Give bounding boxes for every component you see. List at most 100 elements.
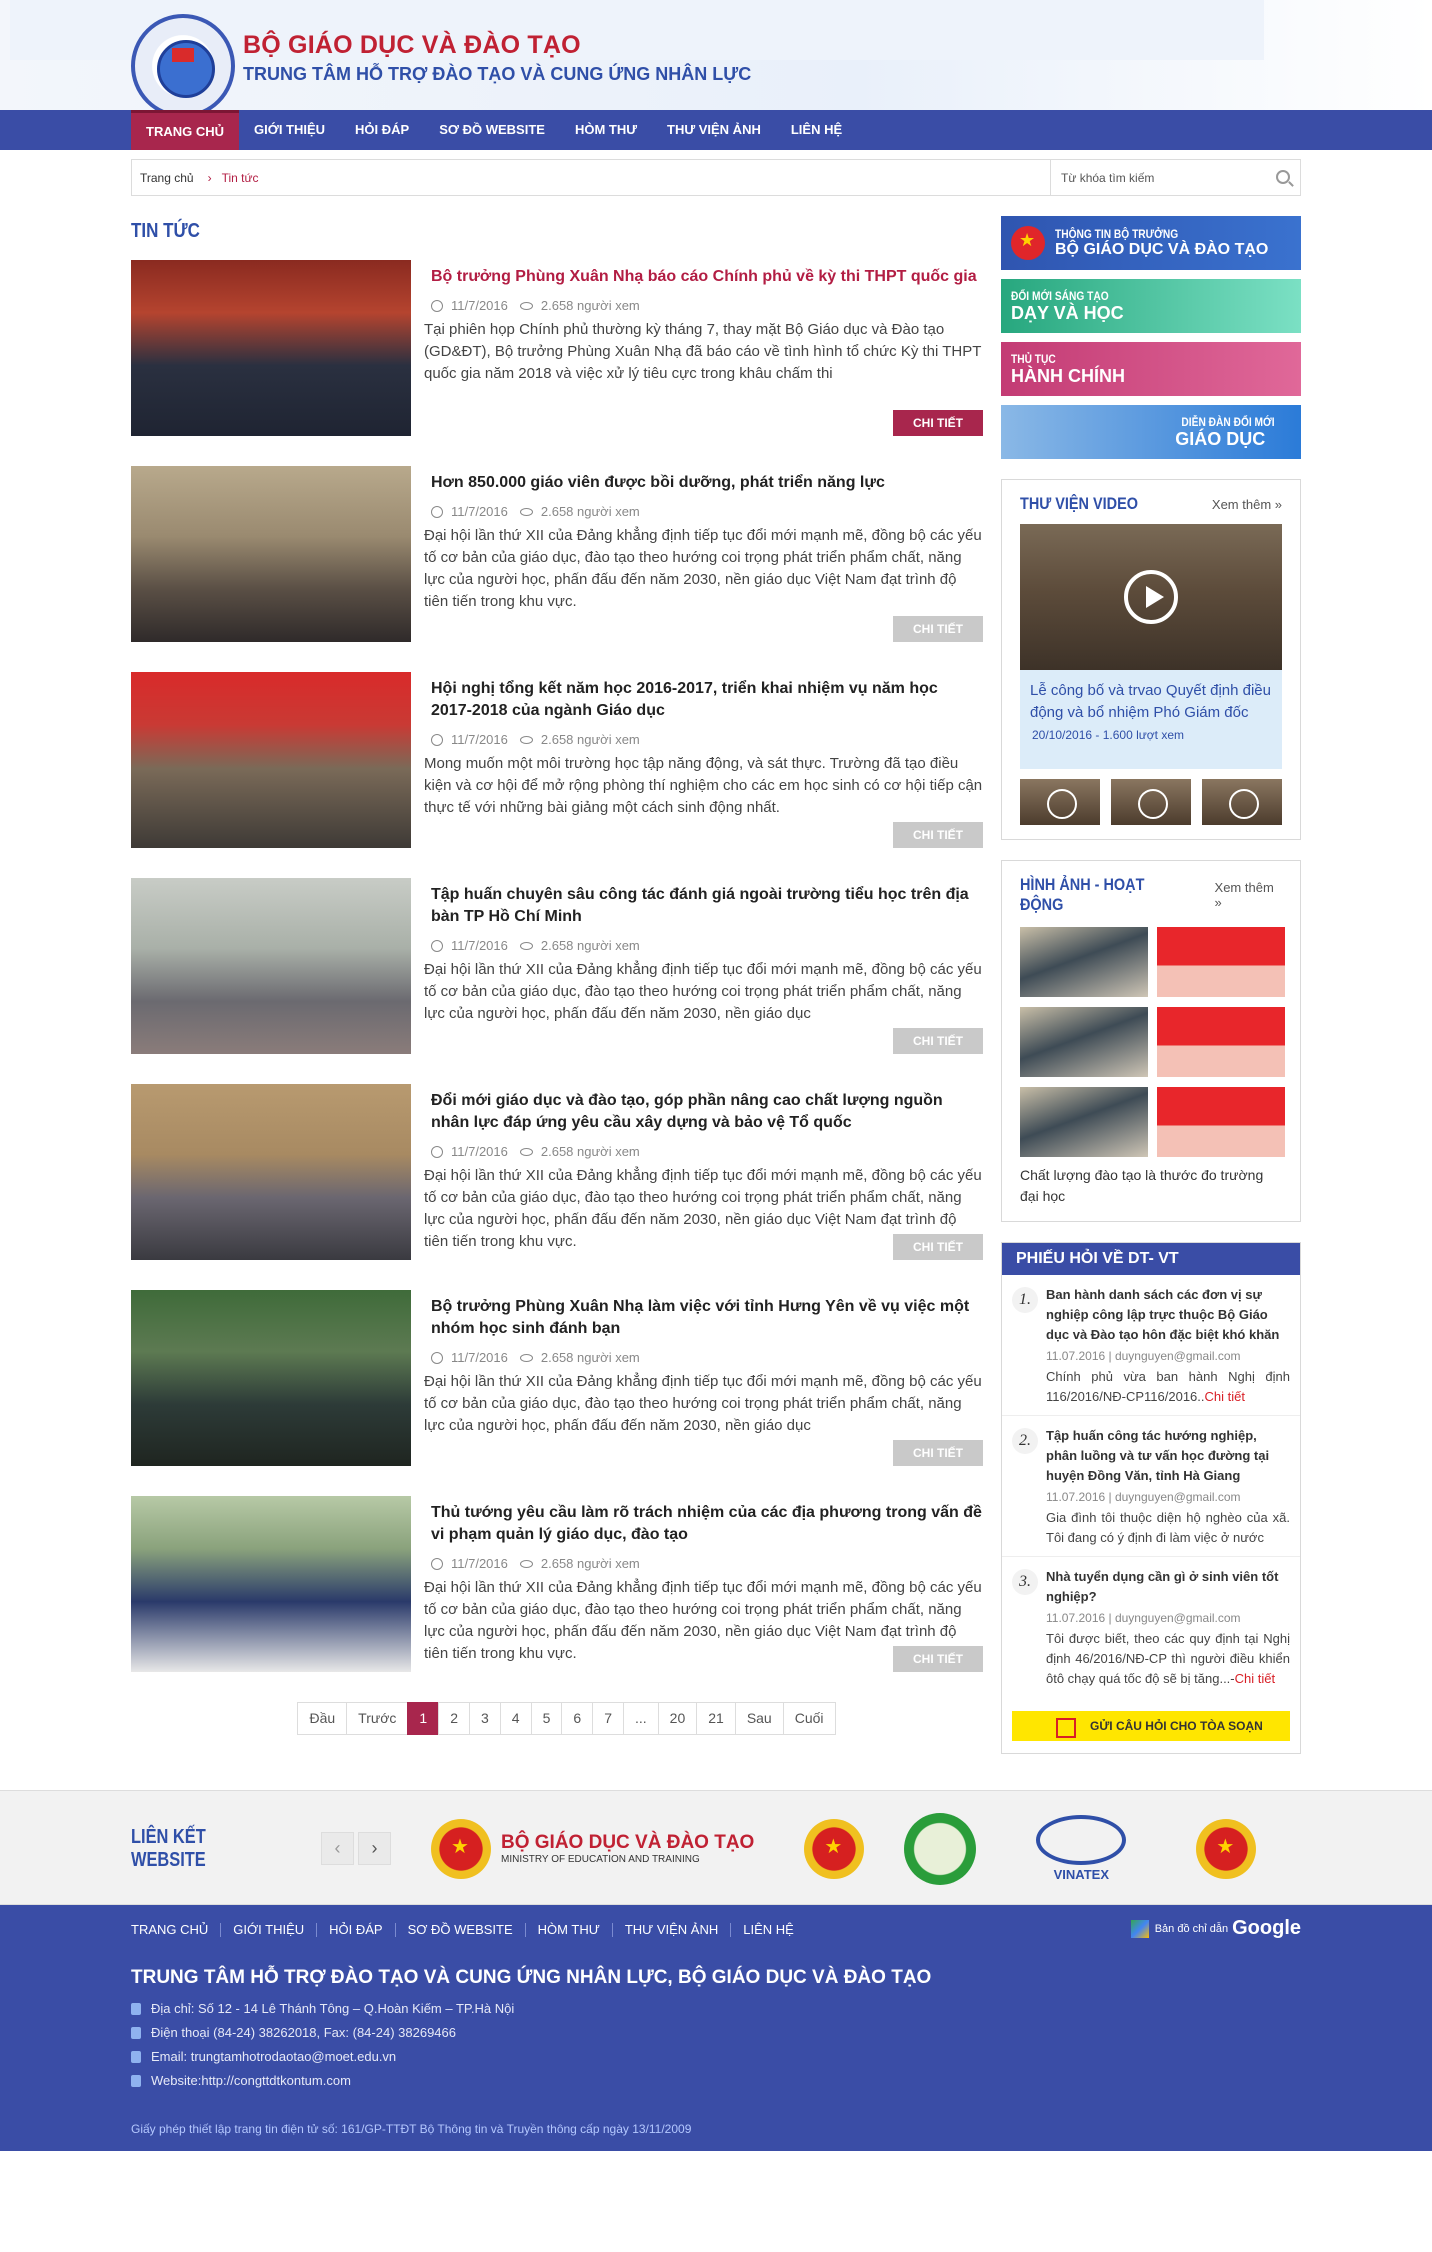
question-title[interactable]: Nhà tuyển dụng cần gì ở sinh viên tốt ng… [1046,1567,1290,1607]
footer-nav-so-do-website[interactable]: SƠ ĐỒ WEBSITE [394,1923,525,1937]
banner-hanh-chinh[interactable]: THỦ TỤC HÀNH CHÍNH [1001,342,1301,396]
page-6[interactable]: 6 [561,1702,594,1735]
news-title[interactable]: Đổi mới giáo dục và đào tạo, góp phần nâ… [424,1090,983,1134]
news-thumbnail[interactable] [131,878,411,1054]
nav-gioi-thieu[interactable]: GIỚI THIỆU [239,110,340,150]
page-3[interactable]: 3 [469,1702,501,1735]
detail-button[interactable]: CHI TIẾT [893,616,983,642]
carousel-prev-button[interactable]: ‹ [321,1832,354,1865]
news-title[interactable]: Bộ trưởng Phùng Xuân Nhạ báo cáo Chính p… [424,266,983,288]
gallery-photo[interactable] [1020,1007,1148,1077]
main-nav: TRANG CHỦ GIỚI THIỆU HỎI ĐÁP SƠ ĐỒ WEBSI… [0,110,1432,150]
gallery-more-link[interactable]: Xem thêm » [1215,880,1282,910]
page-7[interactable]: 7 [592,1702,624,1735]
gallery-photo[interactable] [1157,927,1285,997]
play-icon[interactable] [1124,570,1178,624]
gallery-caption[interactable]: Chất lượng đào tạo là thước đo trường đạ… [1020,1165,1282,1207]
page-5[interactable]: 5 [530,1702,563,1735]
send-question-button[interactable]: GỬI CÂU HỎI CHO TÒA SOẠN [1012,1711,1290,1741]
gallery-photo[interactable] [1157,1087,1285,1157]
page-first[interactable]: Đầu [297,1702,348,1735]
nav-thu-vien-anh[interactable]: THƯ VIỆN ẢNH [652,110,776,150]
vinatex-logo-icon [1036,1815,1127,1865]
banner-bo-truong[interactable]: THÔNG TIN BỘ TRƯỞNGBỘ GIÁO DỤC VÀ ĐÀO TẠ… [1001,216,1301,270]
footer-phone: Điện thoại (84-24) 38262018, Fax: (84-24… [151,2025,456,2040]
detail-button[interactable]: CHI TIẾT [893,822,983,848]
page-1[interactable]: 1 [407,1702,440,1735]
question-title[interactable]: Ban hành danh sách các đơn vị sự nghiệp … [1046,1285,1290,1345]
news-title[interactable]: Hội nghị tổng kết năm học 2016-2017, tri… [424,678,983,722]
page-20[interactable]: 20 [657,1702,698,1735]
footer-nav-lien-he[interactable]: LIÊN HỆ [730,1923,806,1937]
news-thumbnail[interactable] [131,1084,411,1260]
footer-email[interactable]: Email: trungtamhotrodaotao@moet.edu.vn [151,2049,396,2064]
footer-website[interactable]: Website:http://congttdtkontum.com [151,2073,351,2088]
video-thumbnail[interactable] [1020,524,1282,670]
gallery-photo[interactable] [1020,927,1148,997]
breadcrumb: Trang chủ › Tin tức Từ khóa tìm kiếm [131,159,1301,196]
footer-nav-thu-vien-anh[interactable]: THƯ VIỆN ẢNH [611,1923,730,1937]
clock-icon [431,733,443,746]
page-next[interactable]: Sau [734,1702,784,1735]
partner-emblem[interactable] [804,1818,865,1879]
nav-lien-he[interactable]: LIÊN HỆ [776,110,857,150]
gallery-photo[interactable] [1157,1007,1285,1077]
footer-nav-gioi-thieu[interactable]: GIỚI THIỆU [220,1923,316,1937]
news-thumbnail[interactable] [131,466,411,642]
footer-nav-hom-thu[interactable]: HÒM THƯ [524,1923,612,1937]
page-prev[interactable]: Trước [346,1702,409,1735]
news-title[interactable]: Thủ tướng yêu cầu làm rõ trách nhiệm của… [424,1502,983,1546]
footer-address: Địa chỉ: Số 12 - 14 Lê Thánh Tông – Q.Ho… [151,2001,515,2016]
video-caption[interactable]: Lễ công bố và trvao Quyết định điều động… [1020,670,1282,724]
question-number: 1. [1012,1287,1038,1313]
news-thumbnail[interactable] [131,260,411,436]
banner-day-va-hoc[interactable]: ĐỔI MỚI SÁNG TẠO DẠY VÀ HỌC [1001,279,1301,333]
page-last[interactable]: Cuối [782,1702,836,1735]
partner-vinatex[interactable]: VINATEX [1036,1815,1127,1882]
video-thumb-play-icon[interactable] [1202,779,1282,825]
nav-so-do-website[interactable]: SƠ ĐỒ WEBSITE [424,110,560,150]
news-thumbnail[interactable] [131,1496,411,1672]
cong-doan-logo-icon [904,1812,977,1885]
news-title[interactable]: Tập huấn chuyên sâu công tác đánh giá ng… [424,884,983,928]
page-4[interactable]: 4 [499,1702,532,1735]
detail-button[interactable]: CHI TIẾT [893,1440,983,1466]
question-detail-link[interactable]: Chi tiết [1205,1389,1245,1404]
news-thumbnail[interactable] [131,1290,411,1466]
partner-moet[interactable]: BỘ GIÁO DỤC VÀ ĐÀO TẠOMINISTRY OF EDUCAT… [431,1818,754,1879]
detail-button[interactable]: CHI TIẾT [893,1234,983,1260]
nav-hom-thu[interactable]: HÒM THƯ [560,110,652,150]
footer-nav-trang-chu[interactable]: TRANG CHỦ [131,1923,220,1937]
video-thumb-play-icon[interactable] [1111,779,1191,825]
video-thumb-play-icon[interactable] [1020,779,1100,825]
question-box-title: PHIẾU HỎI VỀ DT- VT [1002,1243,1300,1275]
photo-gallery: HÌNH ẢNH - HOẠT ĐỘNG Xem thêm » Chất lượ… [1001,860,1301,1222]
detail-button[interactable]: CHI TIẾT [893,1646,983,1672]
banner-dien-dan[interactable]: DIỄN ĐÀN ĐỔI MỚI GIÁO DỤC [1001,405,1301,459]
detail-button[interactable]: CHI TIẾT [893,1028,983,1054]
nav-trang-chu[interactable]: TRANG CHỦ [131,110,239,150]
nav-hoi-dap[interactable]: HỎI ĐÁP [340,110,424,150]
news-title[interactable]: Hơn 850.000 giáo viên được bồi dưỡng, ph… [424,472,983,494]
footer-nav-hoi-dap[interactable]: HỎI ĐÁP [316,1923,394,1937]
question-item: 1. Ban hành danh sách các đơn vị sự nghi… [1002,1275,1300,1416]
page-2[interactable]: 2 [438,1702,470,1735]
question-detail-link[interactable]: Chi tiết [1235,1671,1275,1686]
partner-emblem[interactable] [1196,1818,1257,1879]
news-title[interactable]: Bộ trưởng Phùng Xuân Nhạ làm việc với tỉ… [424,1296,983,1340]
question-title[interactable]: Tập huấn công tác hướng nghiệp, phân luồ… [1046,1426,1290,1486]
news-thumbnail[interactable] [131,672,411,848]
search-icon[interactable] [1276,170,1290,184]
news-item: Bộ trưởng Phùng Xuân Nhạ báo cáo Chính p… [131,260,983,436]
map-link[interactable]: Bản đồ chỉ dẫn Google [1130,1917,1301,1940]
partner-cong-doan[interactable] [904,1812,977,1885]
detail-button[interactable]: CHI TIẾT [893,410,983,436]
page-21[interactable]: 21 [696,1702,736,1735]
breadcrumb-home[interactable]: Trang chủ [140,171,194,185]
carousel-next-button[interactable]: › [358,1832,391,1865]
site-logo[interactable]: BỘ GIÁO DỤC VÀ ĐÀO TẠO TRUNG TÂM HỖ TRỢ … [131,10,751,110]
gallery-photo[interactable] [1020,1087,1148,1157]
featured-video[interactable]: Lễ công bố và trvao Quyết định điều động… [1020,524,1282,769]
video-more-link[interactable]: Xem thêm » [1212,497,1282,512]
search-input[interactable]: Từ khóa tìm kiếm [1061,171,1154,185]
